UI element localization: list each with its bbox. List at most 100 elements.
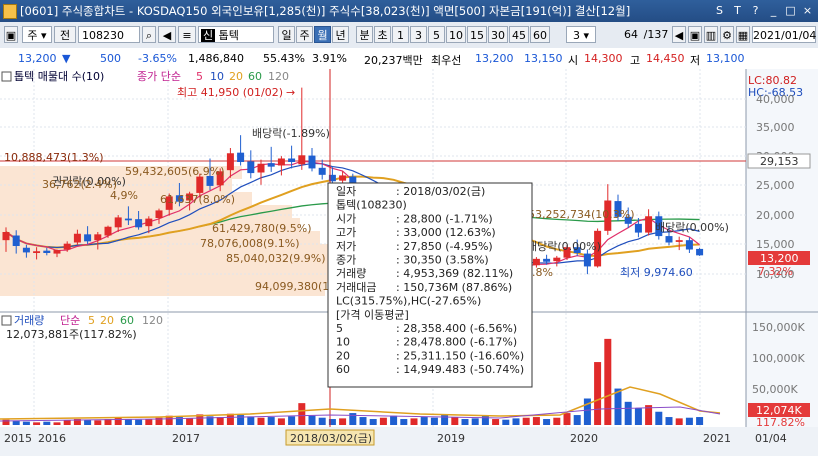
- volume-bar: [420, 417, 428, 425]
- settings-icon[interactable]: ⚙: [720, 26, 734, 43]
- app-icon: [3, 4, 17, 19]
- tooltip-value: : 4,953,369 (82.11%): [396, 267, 513, 280]
- list-icon[interactable]: ≡: [178, 26, 196, 43]
- page-current[interactable]: 64: [620, 26, 642, 43]
- high-marker: 최고 41,950 (01/02): [177, 86, 283, 99]
- high-arrow-icon: →: [286, 86, 295, 99]
- market-select[interactable]: 주 ▾: [22, 26, 52, 43]
- layout-icon[interactable]: ▥: [704, 26, 718, 43]
- close-button[interactable]: ×: [800, 3, 815, 18]
- high-label: 고: [630, 54, 641, 67]
- grid-icon[interactable]: ▦: [736, 26, 750, 43]
- volume-bar: [461, 419, 469, 425]
- stock-name-field[interactable]: 신 톱텍: [198, 26, 274, 43]
- candle-body: [247, 161, 255, 174]
- volume-bar: [216, 417, 224, 425]
- tab-year[interactable]: 년: [332, 26, 349, 43]
- interval-5[interactable]: 5: [428, 26, 445, 43]
- interval-45[interactable]: 45: [509, 26, 529, 43]
- candle-body: [196, 176, 204, 193]
- volume-bar: [124, 419, 132, 425]
- interval-1[interactable]: 1: [392, 26, 409, 43]
- menu-icon[interactable]: ▣: [4, 26, 18, 43]
- volume-bar: [624, 401, 632, 425]
- candle-body: [226, 153, 234, 171]
- volume-bar: [634, 408, 642, 425]
- save-icon[interactable]: ▣: [688, 26, 702, 43]
- volume-bar: [410, 418, 418, 425]
- best-bid: 13,150: [524, 52, 563, 65]
- candle-body: [73, 233, 81, 243]
- interval-3[interactable]: 3: [410, 26, 427, 43]
- candle-body: [665, 236, 673, 243]
- candle-body: [267, 163, 275, 167]
- candle-body: [12, 235, 20, 246]
- high-price: 14,450: [646, 52, 685, 65]
- volume-bar: [43, 421, 51, 425]
- price-ma-label: 종가 단순: [137, 70, 181, 83]
- candle-body: [237, 152, 245, 162]
- volume-legend-box[interactable]: [1, 315, 12, 326]
- candle-body: [135, 219, 143, 228]
- interval-60[interactable]: 60: [530, 26, 550, 43]
- volume-bar: [553, 417, 561, 425]
- vp-label: 78,076,008(9.1%): [200, 237, 300, 250]
- window-title: [0601] 주식종합차트 - KOSDAQ150 외국인보유[1,285(천)…: [20, 4, 631, 18]
- candle-body: [696, 248, 704, 256]
- count-select[interactable]: 3 ▾: [566, 26, 596, 43]
- toolbar: ▣ 주 ▾ 전 108230 ⌕ ◀ ≡ 신 톱텍 일 주 월 년 분 초 1 …: [0, 22, 818, 49]
- minimize-button[interactable]: _: [766, 3, 781, 18]
- volume-bar: [573, 415, 581, 425]
- volume-bar: [277, 418, 285, 425]
- price-axis-tick: 15,000: [756, 238, 795, 251]
- search-icon[interactable]: ⌕: [142, 26, 156, 43]
- interval-15[interactable]: 15: [467, 26, 487, 43]
- candle-body: [553, 257, 561, 262]
- open-price: 14,300: [584, 52, 623, 65]
- date-field[interactable]: 2021/01/04: [752, 26, 816, 43]
- volume-ratio: 55.43%: [263, 52, 305, 65]
- volume-bar: [267, 417, 275, 425]
- volume-ma-label: 단순: [60, 314, 80, 327]
- down-arrow-icon: ▼: [62, 52, 71, 65]
- tab-minute[interactable]: 분: [356, 26, 373, 43]
- tab-day[interactable]: 일: [278, 26, 295, 43]
- tooltip-key: 고가: [336, 226, 356, 239]
- ma-10-label: 10: [210, 70, 224, 83]
- price-axis-tick: 35,000: [756, 121, 795, 134]
- candle-body: [339, 175, 347, 181]
- volume-bar: [298, 403, 306, 425]
- interval-30[interactable]: 30: [488, 26, 508, 43]
- code-input[interactable]: 108230: [78, 26, 140, 43]
- tooltip-key: 톱텍(108230): [336, 199, 407, 212]
- window-s-button[interactable]: S: [712, 3, 727, 18]
- volume-bar: [685, 417, 693, 425]
- candle-body: [543, 258, 551, 262]
- tab-second[interactable]: 초: [374, 26, 391, 43]
- stock-chart[interactable]: 톱텍 매물대 수(10) 종가 단순 5 10 20 60 120 거래량 단순…: [0, 69, 818, 456]
- price-legend-box[interactable]: [1, 71, 12, 82]
- candle-body: [43, 250, 51, 253]
- tooltip-value: : 28,358.400 (-6.56%): [396, 322, 517, 335]
- speaker-icon[interactable]: ◀: [158, 26, 176, 43]
- market2-button[interactable]: 전: [54, 26, 76, 43]
- volume-bar: [675, 418, 683, 425]
- prev-page-icon[interactable]: ◀: [672, 26, 686, 43]
- interval-10[interactable]: 10: [446, 26, 466, 43]
- tab-month[interactable]: 월: [314, 26, 331, 43]
- window-t-button[interactable]: T: [730, 3, 745, 18]
- chart-area[interactable]: 톱텍 매물대 수(10) 종가 단순 5 10 20 60 120 거래량 단순…: [0, 69, 818, 456]
- volume-bar: [288, 416, 296, 425]
- candle-body: [22, 247, 30, 253]
- tooltip-key: 시가: [336, 212, 356, 225]
- ma-120-label: 120: [268, 70, 289, 83]
- volume-bar: [481, 415, 489, 425]
- tab-week[interactable]: 주: [296, 26, 313, 43]
- maximize-button[interactable]: □: [783, 3, 798, 18]
- volume-bar: [430, 417, 438, 425]
- volume-bar: [471, 418, 479, 425]
- volume-bar: [369, 419, 377, 425]
- volume-bar: [63, 420, 71, 425]
- help-button[interactable]: ?: [748, 3, 763, 18]
- volume-bar: [492, 419, 500, 425]
